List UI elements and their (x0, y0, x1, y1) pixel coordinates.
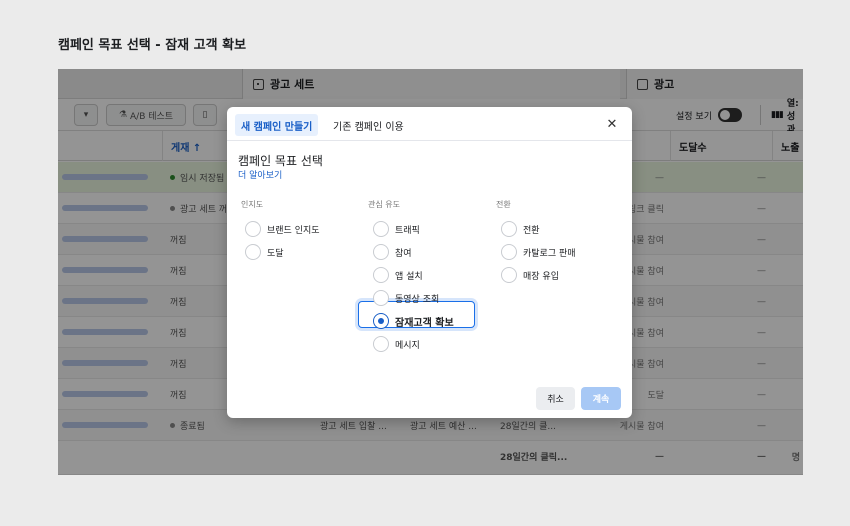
radio-icon[interactable] (373, 267, 389, 283)
radio-icon[interactable] (373, 290, 389, 306)
objective-option-label: 참여 (395, 248, 412, 259)
objective-option-label: 도달 (267, 248, 284, 259)
objective-option-label: 전환 (523, 225, 540, 236)
radio-icon[interactable] (245, 244, 261, 260)
radio-selected-icon[interactable] (373, 313, 389, 329)
objective-option-label: 잠재고객 확보 (395, 317, 454, 329)
objective-option[interactable]: 메시지 (373, 335, 420, 353)
objective-option[interactable]: 전환 (501, 220, 540, 238)
objective-option-label: 매장 유입 (523, 271, 559, 282)
continue-button[interactable]: 계속 (581, 387, 621, 410)
radio-icon[interactable] (501, 221, 517, 237)
radio-icon[interactable] (373, 221, 389, 237)
modal-title: 캠페인 목표 선택 (238, 154, 323, 168)
objective-option[interactable]: 트래픽 (373, 220, 420, 238)
tab-existing-campaign[interactable]: 기존 캠페인 이용 (327, 114, 410, 136)
objective-option-label: 앱 설치 (395, 271, 423, 282)
learn-more-link[interactable]: 더 알아보기 (238, 168, 282, 181)
objective-option[interactable]: 카탈로그 판매 (501, 243, 576, 261)
objective-option[interactable]: 매장 유입 (501, 266, 559, 284)
close-icon[interactable]: ✕ (605, 117, 619, 132)
objective-option[interactable]: 브랜드 인지도 (245, 220, 320, 238)
objective-option-label: 메시지 (395, 340, 420, 351)
objective-modal: 새 캠페인 만들기 기존 캠페인 이용 ✕ 캠페인 목표 선택 더 알아보기 인… (227, 107, 632, 418)
radio-icon[interactable] (501, 244, 517, 260)
column-consideration-label: 관심 유도 (368, 200, 400, 209)
objective-option[interactable]: 참여 (373, 243, 412, 261)
objective-option-label: 트래픽 (395, 225, 420, 236)
objective-option[interactable]: 도달 (245, 243, 284, 261)
radio-icon[interactable] (373, 336, 389, 352)
tab-new-campaign[interactable]: 새 캠페인 만들기 (235, 114, 319, 136)
column-conversion-label: 전환 (496, 200, 511, 209)
objective-option-label: 브랜드 인지도 (267, 225, 320, 236)
modal-tabs: 새 캠페인 만들기 기존 캠페인 이용 ✕ (227, 107, 632, 141)
page-title: 캠페인 목표 선택 - 잠재 고객 확보 (58, 38, 247, 53)
objective-option-label: 카탈로그 판매 (523, 248, 576, 259)
radio-icon[interactable] (245, 221, 261, 237)
cancel-button[interactable]: 취소 (536, 387, 575, 410)
column-awareness-label: 인지도 (241, 200, 264, 209)
radio-icon[interactable] (501, 267, 517, 283)
objective-option[interactable]: 잠재고객 확보 (373, 312, 454, 330)
objective-option-label: 동영상 조회 (395, 294, 440, 305)
radio-icon[interactable] (373, 244, 389, 260)
objective-option[interactable]: 동영상 조회 (373, 289, 439, 307)
objective-option[interactable]: 앱 설치 (373, 266, 423, 284)
